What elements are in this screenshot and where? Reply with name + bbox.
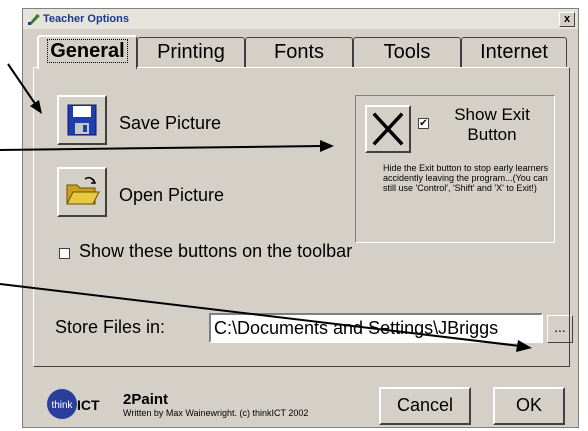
app-name: 2Paint: [123, 391, 169, 408]
ok-button[interactable]: OK: [493, 387, 565, 425]
logo-think-text: think: [51, 400, 73, 411]
title-bar: Teacher Options x: [23, 9, 578, 29]
credit-text: Written by Max Wainewright. (c) thinkICT…: [123, 408, 309, 418]
close-button[interactable]: x: [559, 12, 575, 27]
logo-ict-text: ICT: [77, 397, 100, 413]
tab-general-label: General: [47, 39, 128, 63]
teacher-options-dialog: Teacher Options x General Printing Fonts…: [22, 8, 579, 428]
tab-printing[interactable]: Printing: [137, 37, 245, 67]
tab-fonts[interactable]: Fonts: [245, 37, 353, 67]
thinkict-logo: think ICT: [47, 389, 100, 419]
tab-general[interactable]: General: [37, 35, 137, 69]
general-panel: [33, 67, 570, 367]
tab-tools[interactable]: Tools: [353, 37, 461, 67]
paint-app-icon: [28, 14, 40, 25]
tab-internet[interactable]: Internet: [461, 37, 567, 67]
cancel-button[interactable]: Cancel: [379, 387, 471, 425]
window-title: Teacher Options: [43, 13, 129, 25]
